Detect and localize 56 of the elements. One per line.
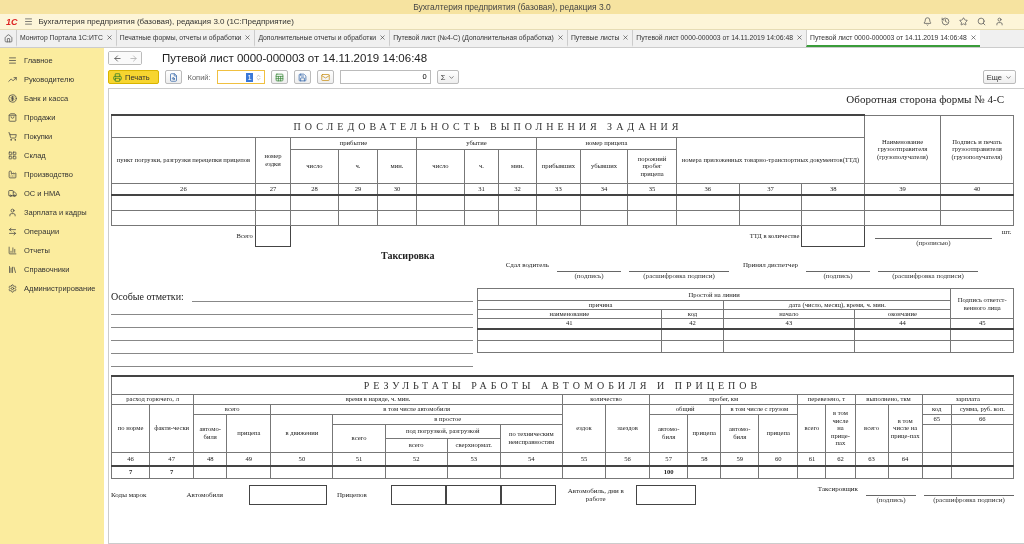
cart-icon	[8, 132, 17, 141]
search-icon[interactable]	[977, 17, 986, 26]
close-icon[interactable]	[796, 34, 804, 41]
bell-icon[interactable]	[923, 17, 932, 26]
star-icon[interactable]	[959, 17, 968, 26]
table-button[interactable]	[270, 70, 288, 84]
back-button[interactable]	[109, 52, 125, 64]
truck-icon	[8, 189, 17, 198]
form-caption: Оборотная сторона формы № 4-С	[845, 93, 1004, 105]
close-icon[interactable]	[379, 34, 387, 41]
save-icon	[297, 72, 307, 82]
caret-icon	[448, 73, 456, 81]
caret-icon	[1005, 73, 1012, 81]
history-icon[interactable]	[941, 17, 950, 26]
document-title: Путевой лист 0000-000003 от 14.11.2019 14:06:48	[162, 52, 428, 64]
factory-icon	[8, 170, 17, 179]
fill-in-box	[445, 484, 501, 505]
menu-icon[interactable]	[23, 17, 33, 26]
fill-in-box	[635, 484, 696, 505]
trend-icon	[8, 75, 17, 84]
bag-icon	[8, 113, 17, 122]
user-icon[interactable]	[995, 17, 1004, 26]
notes-label: Особые отметки:	[111, 291, 184, 302]
grid-icon	[8, 151, 17, 160]
arrows-icon	[8, 227, 17, 236]
settings-icon	[8, 284, 17, 293]
window-title: Бухгалтерия предприятия (базовая), редакция 3.0	[413, 2, 611, 12]
fill-in-box	[500, 484, 556, 505]
coin-icon	[8, 94, 17, 103]
person-icon	[8, 208, 17, 217]
taxation-title: Таксировка	[381, 250, 436, 261]
back-arrow-icon	[112, 53, 122, 63]
forward-arrow-icon	[128, 53, 138, 63]
app-title: Бухгалтерия предприятия (базовая), редакция 3.0 (1С:Предприятие)	[38, 17, 295, 26]
home-icon	[3, 34, 13, 43]
menu-icon	[8, 56, 17, 65]
fill-in-box	[390, 484, 446, 505]
books-icon	[8, 265, 17, 274]
close-icon[interactable]	[969, 34, 977, 41]
table-icon	[274, 72, 284, 82]
close-icon[interactable]	[556, 34, 564, 41]
fill-in-box	[255, 225, 291, 247]
section-title: ПОСЛЕДОВАТЕЛЬНОСТЬ ВЫПОЛНЕНИЯ ЗАДАНИЯ	[111, 115, 865, 137]
close-icon[interactable]	[622, 34, 630, 41]
app-logo: 1С	[6, 16, 18, 27]
section-title: РЕЗУЛЬТАТЫ РАБОТЫ АВТОМОБИЛЯ И ПРИЦЕПОВ	[111, 376, 1014, 394]
save-button[interactable]	[293, 70, 311, 84]
close-icon[interactable]	[105, 34, 113, 41]
preview-button[interactable]	[164, 70, 182, 84]
envelope-icon	[320, 72, 330, 82]
printer-icon	[113, 72, 122, 82]
mail-button[interactable]	[316, 70, 334, 84]
bar-chart-icon	[8, 246, 17, 255]
document-search-icon	[168, 72, 178, 82]
close-icon[interactable]	[244, 34, 252, 41]
fill-in-box	[801, 225, 865, 247]
